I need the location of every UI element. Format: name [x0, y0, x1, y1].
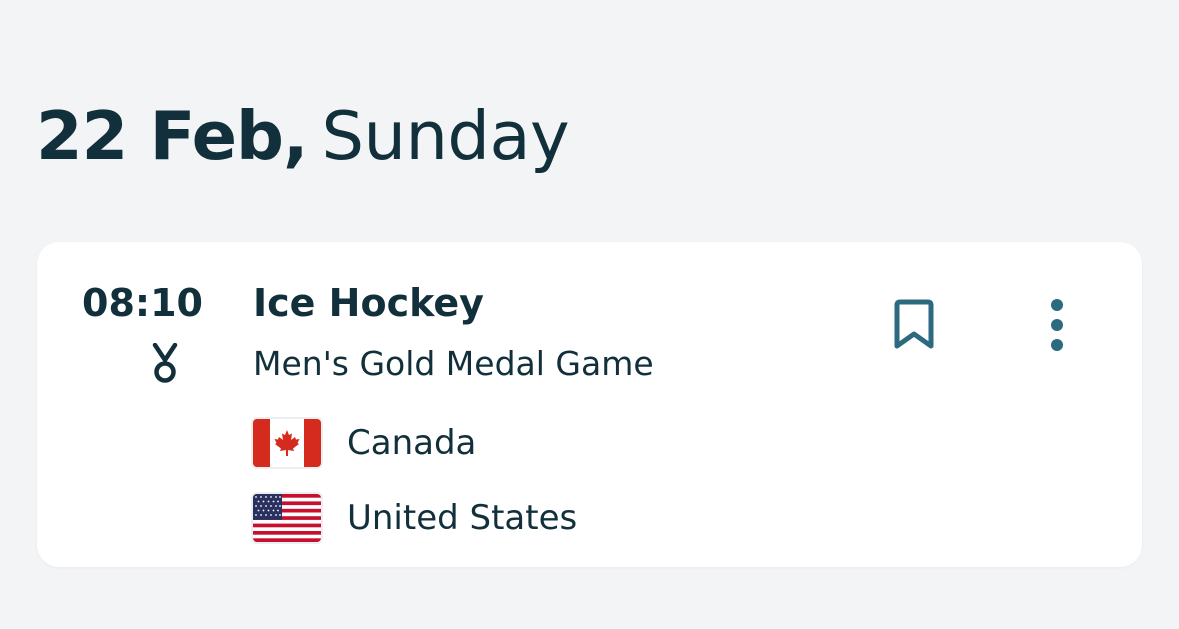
- team-united-states: United States: [253, 494, 577, 542]
- date-weekday: Sunday: [321, 97, 570, 175]
- more-options-button[interactable]: [1032, 292, 1082, 358]
- date-day-month: 22 Feb,: [36, 97, 308, 175]
- event-name: Men's Gold Medal Game: [253, 344, 654, 383]
- date-header: 22 Feb, Sunday: [36, 96, 570, 176]
- bookmark-button[interactable]: [884, 292, 944, 358]
- sport-name: Ice Hockey: [253, 281, 484, 325]
- medal-icon: [150, 342, 180, 385]
- usa-flag-icon: [253, 494, 321, 542]
- team-name: Canada: [347, 423, 477, 463]
- event-card[interactable]: 08:10 Ice Hockey Men's Gold Medal Game C…: [37, 242, 1142, 567]
- bookmark-icon: [894, 299, 934, 349]
- event-time: 08:10: [82, 281, 203, 325]
- canada-flag-icon: [253, 419, 321, 467]
- more-vertical-icon: [1051, 299, 1063, 351]
- team-name: United States: [347, 498, 578, 538]
- team-canada: Canada: [253, 419, 476, 467]
